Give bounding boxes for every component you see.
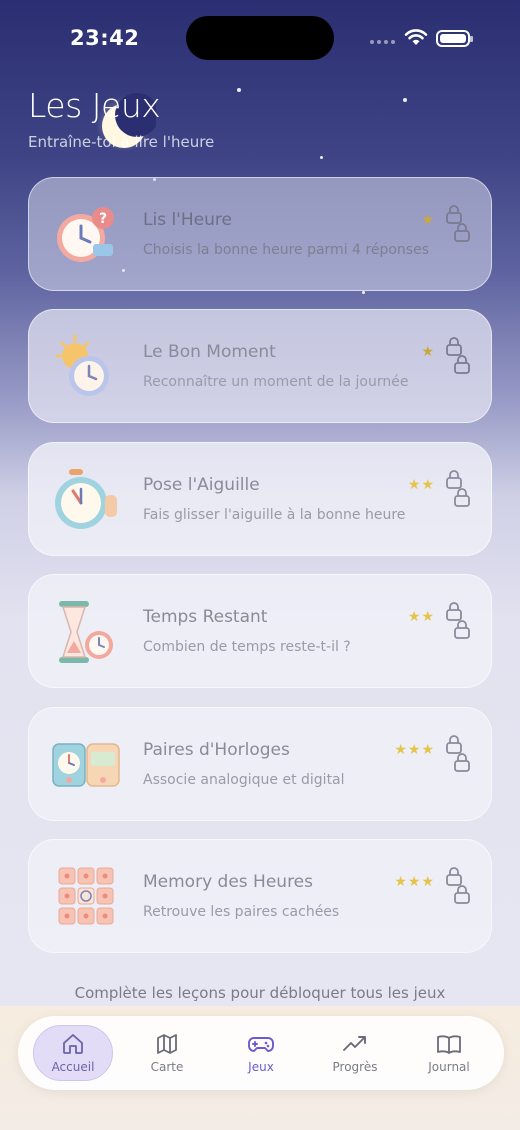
game-description: Associe analogique et digital (143, 772, 345, 788)
sky-star (237, 88, 241, 92)
tab-bar: Accueil Carte Jeux Progrès Journal (18, 1016, 504, 1090)
tab-label: Journal (428, 1060, 470, 1074)
game-card-temps-restant[interactable]: Temps Restant Combien de temps reste-t-i… (28, 574, 492, 688)
tab-jeux[interactable]: Jeux (221, 1025, 301, 1081)
lock-icon (446, 337, 462, 356)
game-title: Temps Restant (143, 607, 268, 627)
difficulty-stars: ★★ (407, 609, 435, 625)
lock-icon (454, 620, 470, 639)
status-time: 23:42 (70, 26, 140, 50)
tab-label: Jeux (248, 1060, 274, 1074)
game-card-bon-moment[interactable]: Le Bon Moment Reconnaître un moment de l… (28, 309, 492, 423)
sky-star (320, 156, 323, 159)
lock-icon (454, 885, 470, 904)
game-card-pose-aiguille[interactable]: Pose l'Aiguille Fais glisser l'aiguille … (28, 442, 492, 556)
memory-grid-icon (58, 867, 114, 925)
game-description: Retrouve les paires cachées (143, 904, 340, 920)
lock-icon (446, 602, 462, 621)
lock-icon (454, 488, 470, 507)
page-title: Les Jeux (28, 86, 161, 125)
sun-moon-clock-icon (55, 334, 109, 396)
lock-icon (446, 867, 462, 886)
game-description: Reconnaître un moment de la journée (143, 374, 409, 390)
tab-journal[interactable]: Journal (409, 1025, 489, 1081)
difficulty-stars: ★★★ (394, 742, 435, 758)
trend-up-icon (343, 1036, 366, 1051)
unlock-hint: Complète les leçons pour débloquer tous … (74, 984, 446, 1002)
dynamic-island (186, 16, 334, 60)
tab-label: Accueil (51, 1060, 95, 1074)
hourglass-clock-icon (59, 601, 113, 663)
svg-text:?: ? (99, 211, 107, 227)
lock-icon (446, 735, 462, 754)
alarm-clock-hand-icon (55, 469, 117, 529)
difficulty-stars: ★ (421, 344, 435, 360)
page-subtitle: Entraîne-toi à lire l'heure (28, 133, 215, 151)
sky-star (362, 291, 365, 294)
game-description: Combien de temps reste-t-il ? (143, 639, 351, 655)
difficulty-stars: ★★ (407, 477, 435, 493)
clock-question-icon: ? (57, 207, 114, 262)
game-card-lis-heure[interactable]: ? Lis l'Heure Choisis la bonne heure par… (28, 177, 492, 291)
map-icon (157, 1034, 177, 1054)
game-title: Memory des Heures (143, 872, 313, 892)
lock-icon (454, 753, 470, 772)
game-card-paires-horloges[interactable]: Paires d'Horloges Associe analogique et … (28, 707, 492, 821)
wifi-icon (404, 29, 428, 45)
difficulty-stars: ★★★ (394, 874, 435, 890)
analog-digital-pair-icon (52, 743, 120, 787)
sky-star (403, 98, 407, 102)
tab-accueil[interactable]: Accueil (33, 1025, 113, 1081)
game-title: Paires d'Horloges (143, 740, 290, 760)
game-title: Le Bon Moment (143, 342, 276, 362)
signal-icon (370, 40, 395, 44)
game-card-memory-heures[interactable]: Memory des Heures Retrouve les paires ca… (28, 839, 492, 953)
lock-icon (446, 470, 462, 489)
book-icon (437, 1035, 461, 1054)
difficulty-stars: ★ (421, 212, 435, 228)
battery-icon (436, 30, 473, 47)
lock-icon (454, 223, 470, 242)
lock-icon (446, 205, 462, 224)
tab-label: Carte (150, 1060, 184, 1074)
lock-icon (454, 355, 470, 374)
status-bar: 23:42 (0, 0, 520, 80)
tab-carte[interactable]: Carte (127, 1025, 207, 1081)
game-description: Choisis la bonne heure parmi 4 réponses (143, 242, 429, 258)
home-icon (63, 1034, 83, 1054)
tab-progres[interactable]: Progrès (315, 1025, 395, 1081)
game-title: Pose l'Aiguille (143, 475, 260, 495)
game-description: Fais glisser l'aiguille à la bonne heure (143, 507, 406, 523)
game-title: Lis l'Heure (143, 210, 232, 230)
gamepad-icon (248, 1037, 274, 1052)
tab-label: Progrès (332, 1060, 378, 1074)
